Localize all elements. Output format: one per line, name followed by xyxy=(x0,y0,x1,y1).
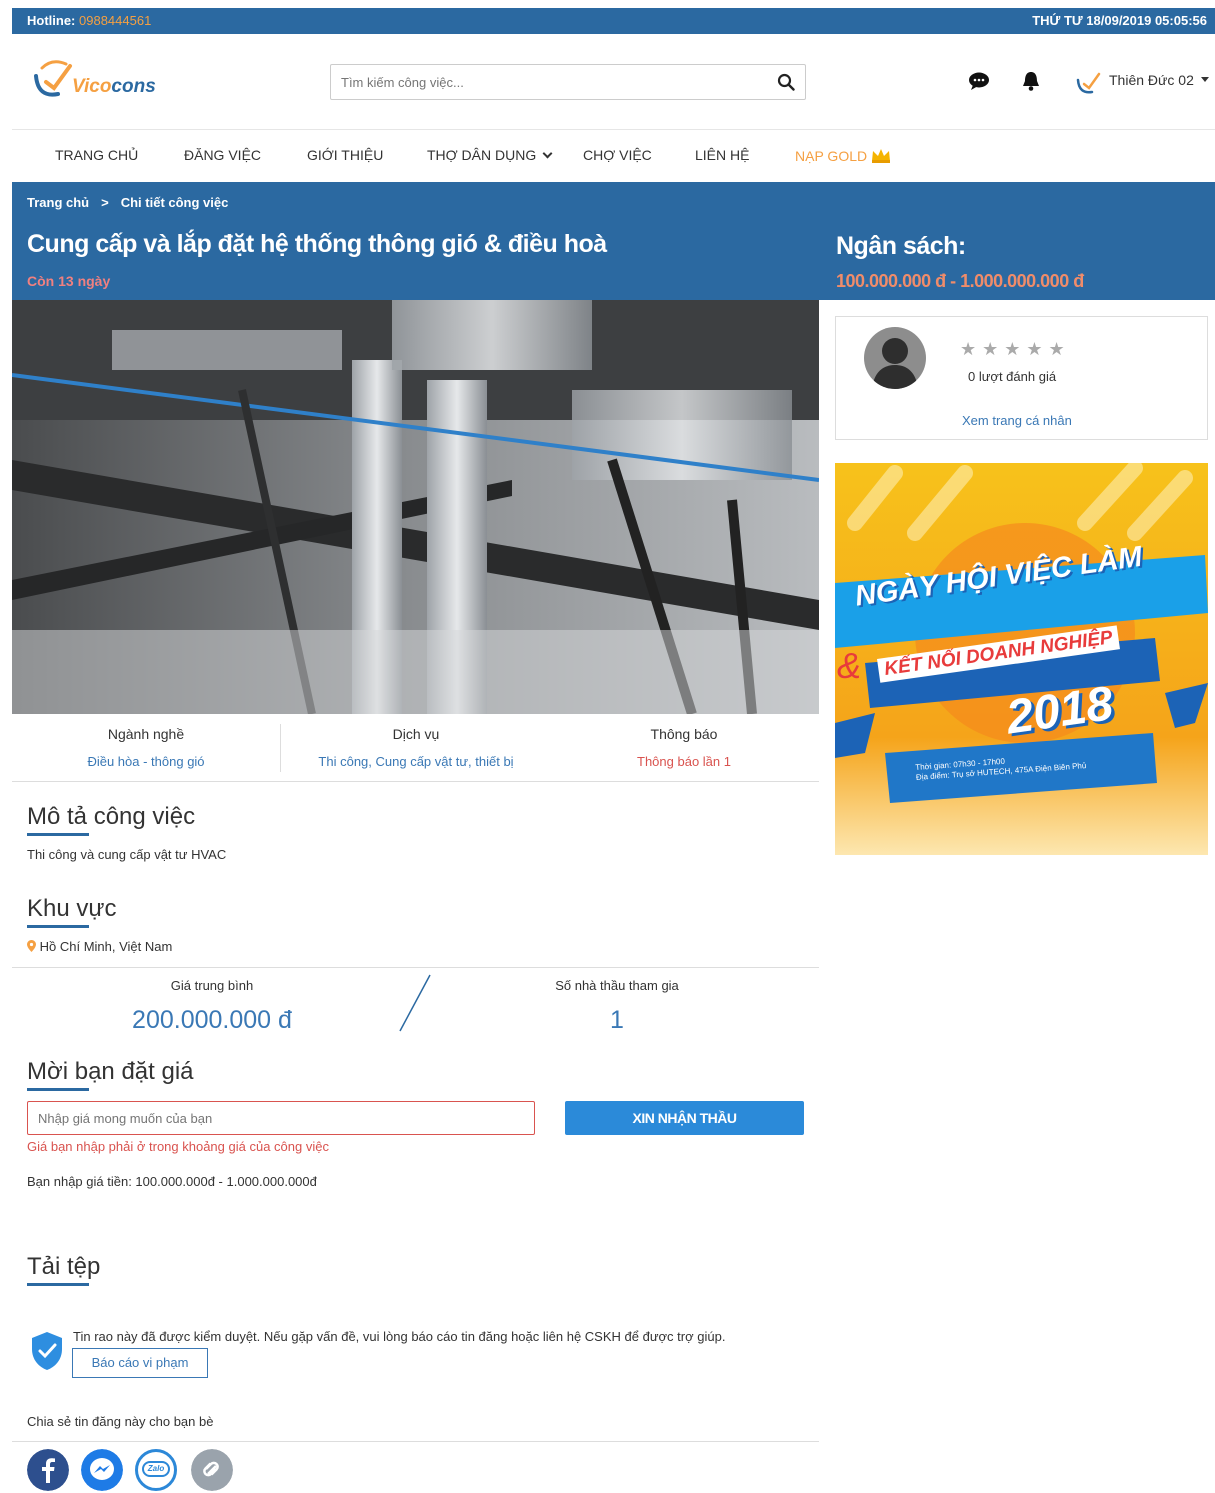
avatar[interactable] xyxy=(864,327,926,389)
logo-mark-icon xyxy=(34,60,72,97)
job-info-row: Ngành nghề Điều hòa - thông gió Dịch vụ … xyxy=(12,714,819,782)
nav-item-post-job[interactable]: ĐĂNG VIỆC xyxy=(184,147,261,163)
avg-price-value: 200.000.000 đ xyxy=(132,1006,292,1034)
user-name: Thiên Đức 02 xyxy=(1109,72,1194,88)
notice-value: Thông báo lần 1 xyxy=(637,754,731,769)
nav-item-workers[interactable]: THỢ DÂN DỤNG xyxy=(427,147,553,163)
hotline-number[interactable]: 0988444561 xyxy=(79,13,151,28)
breadcrumb-separator: > xyxy=(101,195,109,210)
title-banner: Trang chủ > Chi tiết công việc Cung cấp và… xyxy=(12,182,1215,300)
nav-item-home[interactable]: TRANG CHỦ xyxy=(55,147,138,163)
area-location: Hồ Chí Minh, Việt Nam xyxy=(27,939,172,954)
rating-count: 0 lượt đánh giá xyxy=(968,369,1057,384)
site-header: Vicocons Thiên Đức 02 xyxy=(12,34,1215,130)
slash-divider xyxy=(399,974,431,1032)
notice: Thông báo Thông báo lần 1 xyxy=(550,726,818,769)
copy-link-icon[interactable] xyxy=(191,1449,233,1491)
avg-price-label: Giá trung bình xyxy=(170,978,254,993)
report-violation-button[interactable]: Báo cáo vi phạm xyxy=(72,1348,208,1378)
search-box xyxy=(330,64,806,100)
rating-stars: ★★★★★ xyxy=(960,339,1071,359)
nav-item-about[interactable]: GIỚI THIỆU xyxy=(307,147,383,163)
job-title: Cung cấp và lắp đặt hệ thống thông gió &… xyxy=(27,230,607,258)
search-icon[interactable] xyxy=(777,73,795,91)
nav-item-contact[interactable]: LIÊN HỆ xyxy=(695,147,749,163)
industry: Ngành nghề Điều hòa - thông gió xyxy=(12,726,280,769)
nav-item-workers-label: THỢ DÂN DỤNG xyxy=(427,147,537,163)
employer-card: ★★★★★ 0 lượt đánh giá Xem trang cá nhân xyxy=(835,316,1208,440)
zalo-label: Zalo xyxy=(142,1461,170,1477)
job-photo xyxy=(12,300,819,714)
share-divider xyxy=(12,1441,819,1442)
crown-icon xyxy=(872,149,891,163)
chevron-down-icon xyxy=(542,148,553,159)
nav-item-job-market[interactable]: CHỢ VIỆC xyxy=(583,147,652,163)
messenger-icon[interactable] xyxy=(81,1449,123,1491)
files-heading: Tải tệp xyxy=(27,1253,101,1286)
description-heading: Mô tả công việc xyxy=(27,803,196,836)
facebook-icon[interactable] xyxy=(27,1449,69,1491)
days-remaining: Còn 13 ngày xyxy=(27,273,111,289)
user-silhouette-icon xyxy=(872,338,918,389)
view-profile-link[interactable]: Xem trang cá nhân xyxy=(962,413,1072,428)
breadcrumb-current: Chi tiết công việc xyxy=(120,195,229,210)
map-pin-icon xyxy=(27,940,36,952)
service-link[interactable]: Thi công, Cung cấp vật tư, thiết bị xyxy=(282,754,550,769)
bidders-label: Số nhà thầu tham gia xyxy=(555,978,679,993)
industry-link[interactable]: Điều hòa - thông gió xyxy=(12,754,280,769)
logo-text: Vicocons xyxy=(72,76,156,97)
budget-label: Ngân sách: xyxy=(836,232,966,260)
datetime: THỨ TƯ 18/09/2019 05:05:56 xyxy=(1032,13,1207,28)
industry-label: Ngành nghề xyxy=(107,726,185,742)
bid-error: Giá bạn nhập phải ở trong khoảng giá của… xyxy=(27,1139,329,1154)
bid-range-text: Bạn nhập giá tiền: 100.000.000đ - 1.000.… xyxy=(27,1174,317,1189)
verified-notice: Tin rao này đã được kiểm duyệt. Nếu gặp … xyxy=(27,1326,817,1396)
bell-icon[interactable] xyxy=(1020,70,1042,92)
bid-heading: Mời bạn đặt giá xyxy=(27,1058,194,1091)
main-nav: TRANG CHỦ ĐĂNG VIỆC GIỚI THIỆU THỢ DÂN D… xyxy=(12,130,1215,182)
ad-ampersand: & xyxy=(837,645,862,686)
divider xyxy=(280,724,281,772)
hotline-label: Hotline: xyxy=(27,13,76,28)
zalo-icon[interactable]: Zalo xyxy=(135,1449,177,1491)
bid-stats: Giá trung bình 200.000.000 đ Số nhà thầu… xyxy=(12,967,819,1047)
top-bar: Hotline: 0988444561 THỨ TƯ 18/09/2019 05… xyxy=(12,8,1215,34)
shield-check-icon xyxy=(32,1332,62,1370)
area-text: Hồ Chí Minh, Việt Nam xyxy=(39,939,173,954)
chat-icon[interactable] xyxy=(968,70,990,92)
bid-price-input[interactable] xyxy=(28,1102,534,1134)
area-heading: Khu vực xyxy=(27,895,117,928)
bid-field-wrap xyxy=(27,1101,535,1135)
breadcrumb-home[interactable]: Trang chủ xyxy=(27,195,89,210)
nav-item-gold-label: NẠP GOLD xyxy=(795,148,868,164)
search-input[interactable] xyxy=(331,65,761,99)
breadcrumb: Trang chủ > Chi tiết công việc xyxy=(27,195,228,210)
service: Dịch vụ Thi công, Cung cấp vật tư, thiết… xyxy=(282,726,550,769)
logo[interactable]: Vicocons xyxy=(28,54,168,104)
description-text: Thi công và cung cấp vật tư HVAC xyxy=(27,847,227,862)
share-label: Chia sẻ tin đăng này cho bạn bè xyxy=(27,1414,214,1429)
verified-text: Tin rao này đã được kiểm duyệt. Nếu gặp … xyxy=(73,1329,726,1344)
bidders-value: 1 xyxy=(610,1006,624,1034)
service-label: Dịch vụ xyxy=(392,726,440,742)
notice-label: Thông báo xyxy=(650,726,718,742)
nav-item-gold[interactable]: NẠP GOLD xyxy=(795,147,891,164)
job-fair-ad[interactable]: NGÀY HỘI VIỆC LÀM & KẾT NỐI DOANH NGHIỆP… xyxy=(835,463,1208,855)
avatar-logo-icon xyxy=(1076,72,1101,94)
budget-value: 100.000.000 đ - 1.000.000.000 đ xyxy=(836,271,1084,291)
hotline: Hotline: 0988444561 xyxy=(27,13,151,28)
submit-bid-button[interactable]: XIN NHẬN THẦU xyxy=(565,1101,804,1135)
caret-down-icon xyxy=(1201,77,1209,82)
